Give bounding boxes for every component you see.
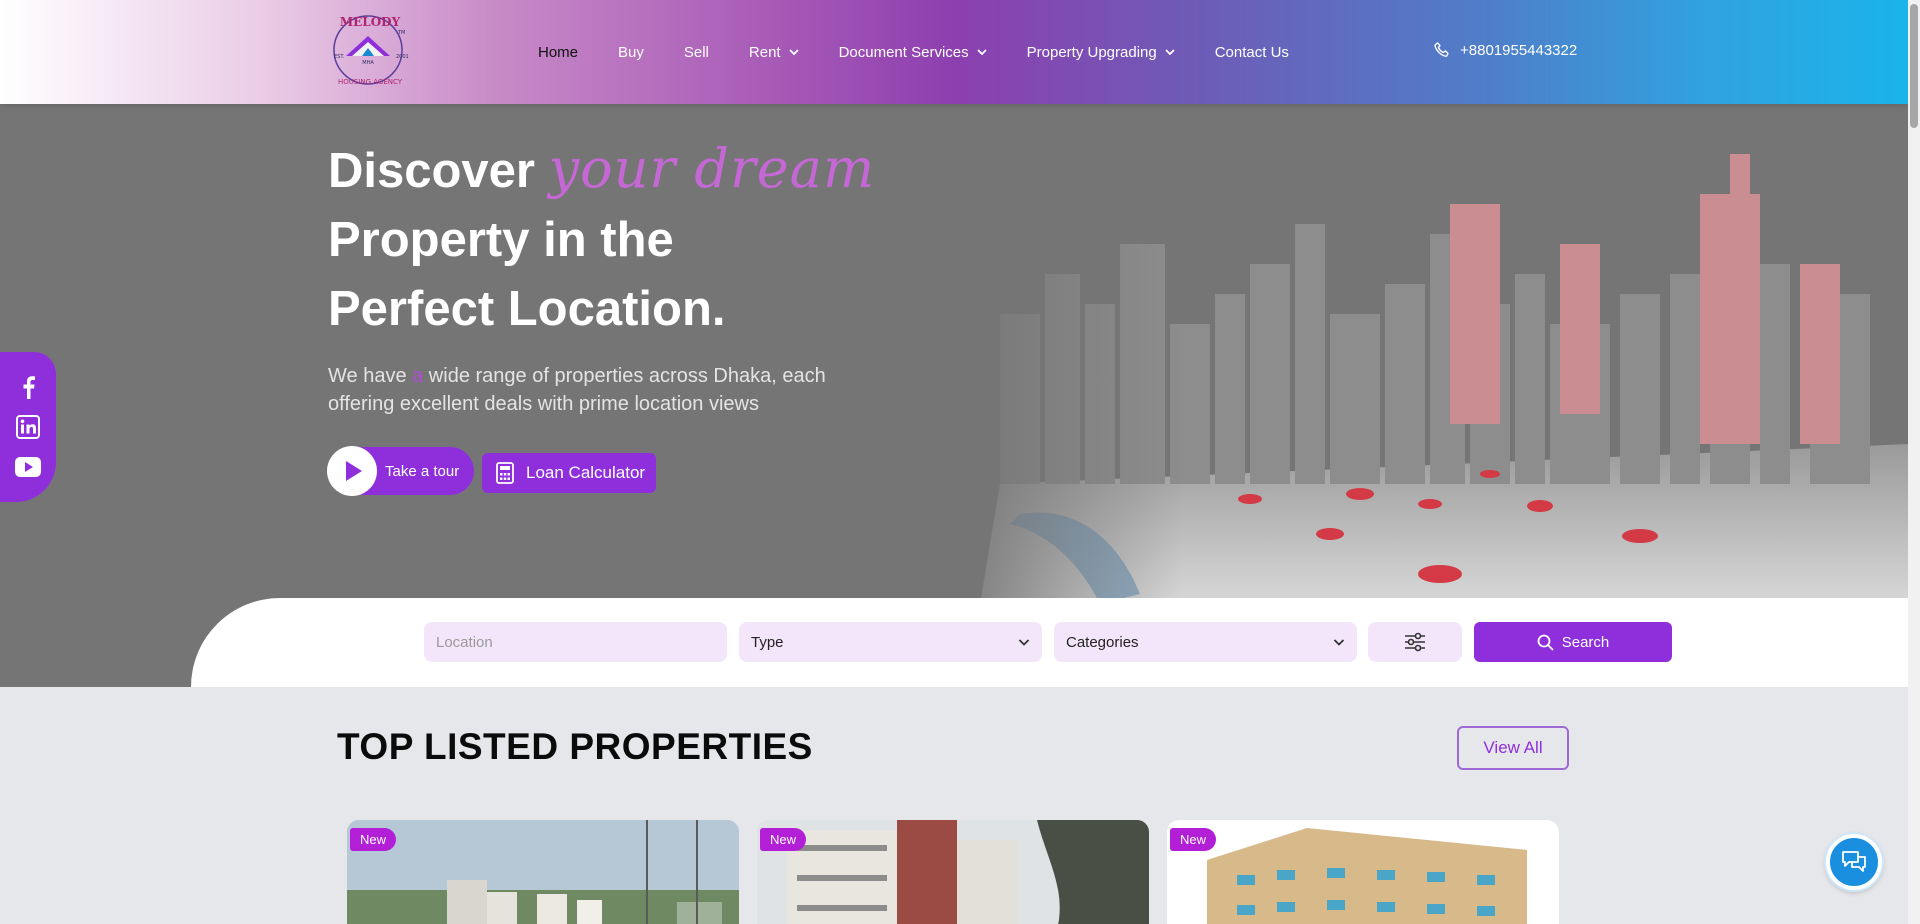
type-select-label: Type bbox=[751, 633, 784, 651]
sliders-icon bbox=[1405, 632, 1425, 652]
logo-text-bottom: HOUSING AGENCY bbox=[338, 78, 403, 86]
chevron-down-icon bbox=[1018, 639, 1030, 646]
scrollbar-thumb[interactable] bbox=[1910, 4, 1918, 128]
property-card[interactable]: New bbox=[347, 820, 739, 924]
logo-text-top: MELODY bbox=[340, 15, 401, 29]
nav-item-label: Rent bbox=[748, 43, 781, 61]
logo-est: EST. bbox=[334, 54, 345, 60]
property-photo bbox=[347, 820, 739, 924]
loan-calculator-label: Loan Calculator bbox=[526, 463, 646, 482]
city-skyline-image bbox=[940, 124, 1908, 604]
hero-title-line2: Property in the bbox=[328, 213, 674, 267]
nav-item-home[interactable]: Home bbox=[538, 44, 578, 61]
property-photo bbox=[757, 820, 1149, 924]
take-a-tour-label: Take a tour bbox=[385, 462, 460, 480]
calculator-icon bbox=[496, 462, 514, 484]
chat-button[interactable] bbox=[1826, 834, 1882, 890]
loan-calculator-button[interactable]: Loan Calculator bbox=[482, 453, 656, 493]
search-icon bbox=[1537, 634, 1554, 651]
site-header: MELODY MHA EST. 2001 TM HOUSING AGENCY H… bbox=[0, 0, 1908, 104]
hero-title-script: your dream bbox=[548, 137, 876, 200]
search-button-label: Search bbox=[1561, 633, 1610, 651]
nav-item-rent[interactable]: Rent bbox=[749, 44, 799, 61]
hero-title-word: Discover bbox=[328, 144, 536, 198]
nav-item-label: Contact Us bbox=[1214, 43, 1289, 61]
brand-logo[interactable]: MELODY MHA EST. 2001 TM HOUSING AGENCY bbox=[328, 10, 412, 90]
phone-link[interactable]: +8801955443322 bbox=[1432, 40, 1577, 60]
nav-item-buy[interactable]: Buy bbox=[618, 44, 644, 61]
categories-select-label: Categories bbox=[1066, 633, 1139, 651]
chevron-down-icon bbox=[1165, 49, 1175, 56]
section-title: TOP LISTED PROPERTIES bbox=[337, 726, 813, 767]
chevron-down-icon bbox=[788, 49, 799, 56]
property-card[interactable]: New bbox=[1167, 820, 1559, 924]
search-button[interactable]: Search bbox=[1474, 622, 1672, 662]
hero-subtitle: We have a wide range of properties acros… bbox=[328, 362, 848, 418]
nav-item-contact-us[interactable]: Contact Us bbox=[1215, 44, 1289, 61]
linkedin-icon[interactable] bbox=[14, 413, 42, 441]
search-panel: Location Type Categories Search bbox=[191, 598, 1908, 687]
view-all-button[interactable]: View All bbox=[1457, 726, 1569, 770]
logo-mark: MHA bbox=[362, 60, 374, 66]
filter-button[interactable] bbox=[1368, 622, 1462, 662]
new-badge: New bbox=[350, 828, 397, 851]
chevron-down-icon bbox=[1333, 639, 1345, 646]
chat-icon bbox=[1842, 851, 1866, 872]
facebook-icon[interactable] bbox=[14, 373, 42, 401]
page-scrollbar[interactable] bbox=[1908, 0, 1920, 924]
social-sidebar bbox=[0, 352, 56, 502]
logo-year: 2001 bbox=[396, 54, 409, 60]
hero-title-line3: Perfect Location. bbox=[328, 282, 726, 336]
hero-title: Discover your dream Property in the Perf… bbox=[328, 134, 928, 344]
hero-sub-text: We have bbox=[328, 365, 413, 387]
nav-item-label: Sell bbox=[683, 43, 709, 61]
logo-tm: TM bbox=[397, 30, 405, 36]
nav-item-label: Property Upgrading bbox=[1026, 43, 1157, 61]
type-select[interactable]: Type bbox=[739, 622, 1042, 662]
play-icon bbox=[327, 446, 377, 496]
chevron-down-icon bbox=[977, 49, 987, 56]
location-placeholder: Location bbox=[436, 633, 493, 651]
location-input[interactable]: Location bbox=[424, 622, 727, 662]
youtube-icon[interactable] bbox=[14, 453, 42, 481]
take-a-tour-button[interactable]: Take a tour bbox=[327, 446, 474, 496]
hero-sub-accent: a bbox=[412, 365, 424, 387]
nav-item-label: Buy bbox=[618, 43, 644, 61]
phone-icon bbox=[1434, 42, 1449, 57]
nav-item-label: Home bbox=[538, 43, 579, 61]
new-badge: New bbox=[1170, 828, 1217, 851]
nav-item-property-upgrading[interactable]: Property Upgrading bbox=[1027, 44, 1175, 61]
main-nav: Home Buy Sell Rent Document Services Pro… bbox=[538, 0, 1329, 104]
nav-item-label: Document Services bbox=[838, 43, 969, 61]
new-badge: New bbox=[760, 828, 807, 851]
property-card[interactable]: New bbox=[757, 820, 1149, 924]
phone-number: +8801955443322 bbox=[1460, 41, 1578, 59]
categories-select[interactable]: Categories bbox=[1054, 622, 1357, 662]
nav-item-document-services[interactable]: Document Services bbox=[839, 44, 987, 61]
nav-item-sell[interactable]: Sell bbox=[684, 44, 709, 61]
property-photo bbox=[1167, 820, 1559, 924]
